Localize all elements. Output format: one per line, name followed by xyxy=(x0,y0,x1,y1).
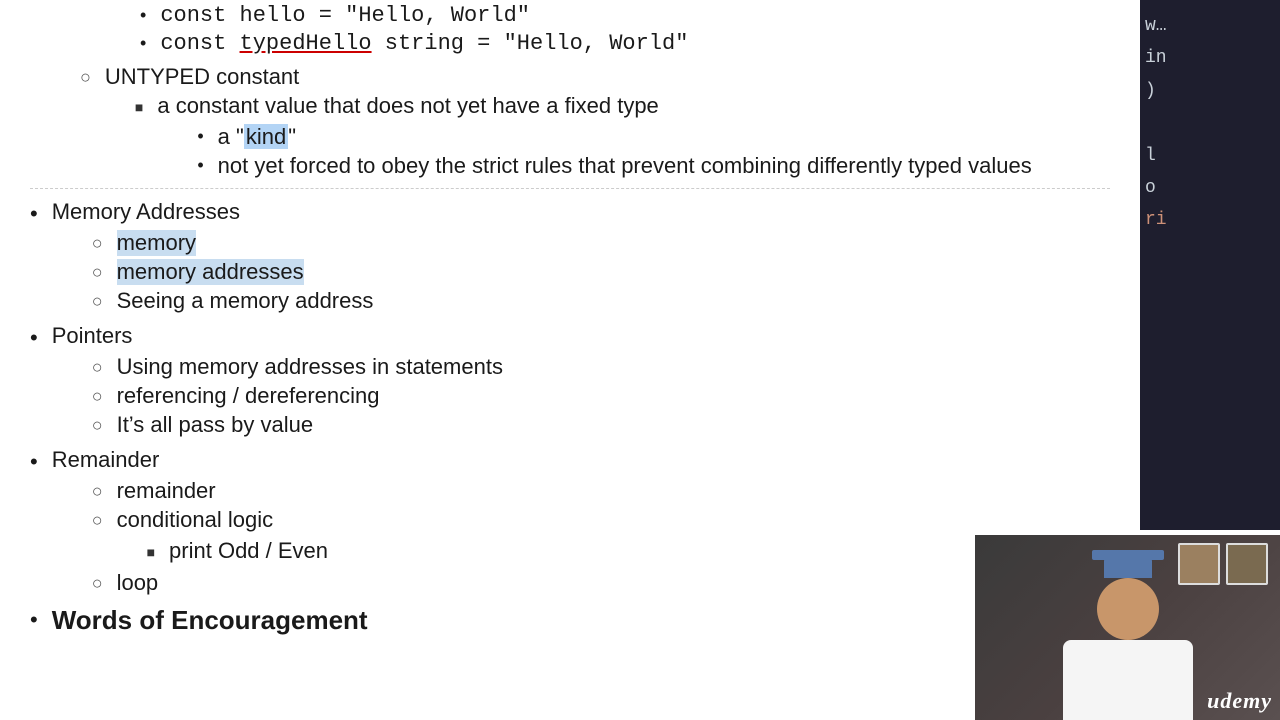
list-item: • not yet forced to obey the strict rule… xyxy=(197,153,1110,179)
seeing-memory-item: Seeing a memory address xyxy=(117,288,374,314)
circle-bullet: ○ xyxy=(92,510,103,531)
bullet-dot: • xyxy=(197,155,203,176)
rp-line-5: l xyxy=(1145,140,1275,172)
bullet-dot: • xyxy=(140,5,146,26)
words-section: • Words of Encouragement xyxy=(30,605,1110,636)
pass-by-value-item: It’s all pass by value xyxy=(117,412,313,438)
list-item: ○ memory addresses xyxy=(92,259,1110,285)
main-content: • const hello = "Hello, World" • const t… xyxy=(0,0,1140,720)
list-item: • const hello = "Hello, World" xyxy=(140,3,1110,28)
list-item: ■ print Odd / Even xyxy=(147,538,1110,564)
code-typed: typedHello xyxy=(240,31,372,56)
section-divider xyxy=(30,188,1110,189)
remainder-section: • Remainder ○ remainder ○ conditional lo… xyxy=(30,447,1110,599)
kind-highlight: kind xyxy=(244,124,288,149)
conditional-logic-item: conditional logic xyxy=(117,507,274,532)
memory-item: memory xyxy=(117,230,196,256)
circle-bullet: ○ xyxy=(92,386,103,407)
rp-line-6: o xyxy=(1145,172,1275,204)
using-memory-item: Using memory addresses in statements xyxy=(117,354,503,380)
bullet-dot: • xyxy=(30,325,38,351)
list-item: • const typedHello string = "Hello, Worl… xyxy=(140,31,1110,56)
referencing-item: referencing / dereferencing xyxy=(117,383,380,409)
loop-item: loop xyxy=(117,570,159,596)
remainder-label: Remainder xyxy=(52,447,160,472)
bullet-dot: • xyxy=(197,126,203,147)
print-odd-even-item: print Odd / Even xyxy=(169,538,328,564)
not-forced-item: not yet forced to obey the strict rules … xyxy=(218,153,1032,179)
circle-bullet: ○ xyxy=(92,233,103,254)
bullet-dot: • xyxy=(30,607,38,633)
list-item: • a "kind" xyxy=(197,124,1110,150)
list-item: ○ Seeing a memory address xyxy=(92,288,1110,314)
circle-bullet: ○ xyxy=(92,573,103,594)
circle-bullet: ○ xyxy=(92,262,103,283)
code-line-1: const hello = "Hello, World" xyxy=(160,3,530,28)
circle-bullet: ○ xyxy=(92,415,103,436)
pointers-section: • Pointers ○ Using memory addresses in s… xyxy=(30,323,1110,441)
right-panel-text: w… in ) l o ri xyxy=(1140,0,1280,247)
memory-addresses-item: memory addresses xyxy=(117,259,304,285)
rp-line-7: ri xyxy=(1145,204,1275,236)
square-bullet: ■ xyxy=(135,99,143,115)
right-panel: w… in ) l o ri xyxy=(1140,0,1280,530)
list-item: ○ Using memory addresses in statements xyxy=(92,354,1110,380)
list-item: ○ It’s all pass by value xyxy=(92,412,1110,438)
rp-line-1: w… xyxy=(1145,10,1275,42)
list-item: ○ conditional logic ■ print Odd / Even xyxy=(92,507,1110,567)
bullet-dot: • xyxy=(140,33,146,54)
circle-bullet: ○ xyxy=(80,67,91,88)
udemy-logo: udemy xyxy=(1207,688,1272,714)
memory-addresses-label: Memory Addresses xyxy=(52,199,240,224)
rp-line-2: in xyxy=(1145,42,1275,74)
rp-line-3: ) xyxy=(1145,75,1275,107)
kind-item: a "kind" xyxy=(218,124,296,150)
pointers-label: Pointers xyxy=(52,323,133,348)
code-const: const xyxy=(160,31,239,56)
code-line-2: const typedHello string = "Hello, World" xyxy=(160,31,688,56)
bullet-dot: • xyxy=(30,201,38,227)
list-item: ○ remainder xyxy=(92,478,1110,504)
remainder-item: remainder xyxy=(117,478,216,504)
rp-line-4 xyxy=(1145,107,1275,139)
memory-addresses-section: • Memory Addresses ○ memory ○ memory add… xyxy=(30,199,1110,317)
top-section: • const hello = "Hello, World" • const t… xyxy=(30,3,1110,636)
video-overlay: udemy xyxy=(975,535,1280,720)
bullet-dot: • xyxy=(30,449,38,475)
code-rest: string = "Hello, World" xyxy=(372,31,689,56)
circle-bullet: ○ xyxy=(92,291,103,312)
square-bullet: ■ xyxy=(147,544,155,560)
constant-desc: a constant value that does not yet have … xyxy=(157,93,658,118)
list-item: ■ a constant value that does not yet hav… xyxy=(135,93,1110,182)
untyped-label: UNTYPED constant xyxy=(105,64,299,89)
circle-bullet: ○ xyxy=(92,481,103,502)
person xyxy=(1018,550,1238,720)
video-inner: udemy xyxy=(975,535,1280,720)
circle-bullet: ○ xyxy=(92,357,103,378)
words-label: Words of Encouragement xyxy=(52,605,368,636)
untyped-item: ○ UNTYPED constant ■ a constant value th… xyxy=(80,64,1110,185)
list-item: ○ loop xyxy=(92,570,1110,596)
list-item: ○ memory xyxy=(92,230,1110,256)
list-item: ○ referencing / dereferencing xyxy=(92,383,1110,409)
